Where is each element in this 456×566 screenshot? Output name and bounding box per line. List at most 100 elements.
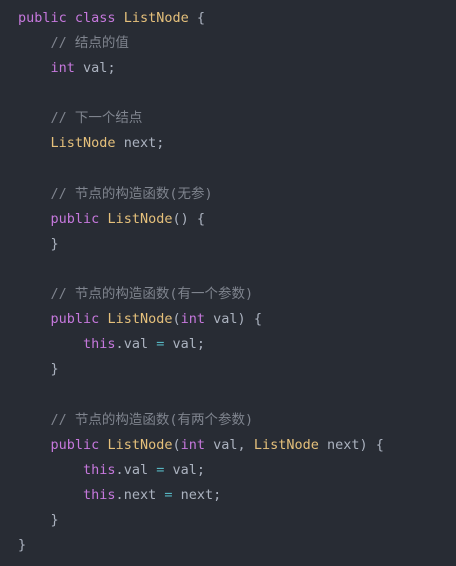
keyword-token: int [180, 436, 205, 453]
identifier-token: next [123, 486, 157, 503]
comment-token: // 节点的构造函数(有两个参数) [50, 411, 254, 428]
identifier-token: val [123, 336, 149, 353]
class-name-token: ListNode [107, 436, 173, 453]
identifier-token: val [123, 461, 149, 478]
punctuation-token: () [172, 210, 189, 227]
class-name-token: ListNode [253, 436, 319, 453]
identifier-token: next [180, 486, 214, 503]
comment-token: // 结点的值 [50, 35, 129, 52]
keyword-token: this [83, 336, 116, 353]
code-line: // 节点的构造函数(有两个参数) [18, 408, 456, 433]
code-line: this.val = val; [18, 458, 456, 483]
punctuation-token: ; [156, 135, 165, 152]
keyword-token: public [50, 210, 100, 227]
code-line: public ListNode(int val, ListNode next) … [18, 433, 456, 458]
punctuation-token: { [253, 311, 262, 328]
punctuation-token: ( [172, 311, 181, 328]
punctuation-token: { [196, 210, 206, 227]
class-name-token: ListNode [123, 10, 189, 26]
punctuation-token: } [50, 361, 59, 378]
punctuation-token: . [115, 461, 124, 478]
punctuation-token: ; [196, 336, 206, 353]
identifier-token: val [213, 311, 238, 328]
keyword-token: this [83, 486, 116, 503]
code-line: public ListNode(int val) { [18, 307, 456, 332]
punctuation-token: ( [172, 436, 181, 453]
code-line: } [18, 357, 456, 382]
code-lines: public class ListNode { // 结点的值 int val;… [18, 6, 456, 558]
class-name-token: ListNode [50, 135, 116, 152]
keyword-token: public [18, 10, 67, 26]
code-line: public ListNode() { [18, 207, 456, 232]
punctuation-token: ; [107, 60, 116, 77]
identifier-token: next [326, 436, 360, 453]
identifier-token: val [172, 336, 197, 353]
punctuation-token: } [50, 511, 59, 528]
punctuation-token: ) [359, 436, 368, 453]
code-line: ListNode next; [18, 131, 456, 156]
comment-token: // 下一个结点 [50, 110, 143, 127]
code-line: this.val = val; [18, 332, 456, 357]
code-line: } [18, 533, 456, 558]
identifier-token: val [172, 461, 197, 478]
comment-token: // 节点的构造函数(无参) [50, 185, 213, 202]
punctuation-token: ) [237, 311, 246, 328]
code-line: // 下一个结点 [18, 106, 456, 131]
punctuation-token: { [196, 10, 206, 26]
code-block: public class ListNode { // 结点的值 int val;… [0, 0, 456, 566]
punctuation-token: } [50, 235, 59, 252]
code-line: // 节点的构造函数(无参) [18, 182, 456, 207]
code-line: this.next = next; [18, 483, 456, 508]
comment-token: // 节点的构造函数(有一个参数) [50, 286, 254, 303]
punctuation-token: ; [213, 486, 222, 503]
keyword-token: int [180, 311, 205, 328]
keyword-token: public [50, 436, 100, 453]
code-line: } [18, 232, 456, 257]
keyword-token: class [74, 10, 116, 26]
keyword-token: this [83, 461, 116, 478]
keyword-token: int [50, 60, 75, 77]
identifier-token: val [213, 436, 238, 453]
identifier-token: next [123, 135, 157, 152]
punctuation-token: } [18, 536, 27, 553]
keyword-token: public [50, 311, 100, 328]
identifier-token: val [83, 60, 108, 77]
class-name-token: ListNode [107, 311, 173, 328]
class-name-token: ListNode [107, 210, 173, 227]
punctuation-token: { [375, 436, 384, 453]
code-line: int val; [18, 56, 456, 81]
